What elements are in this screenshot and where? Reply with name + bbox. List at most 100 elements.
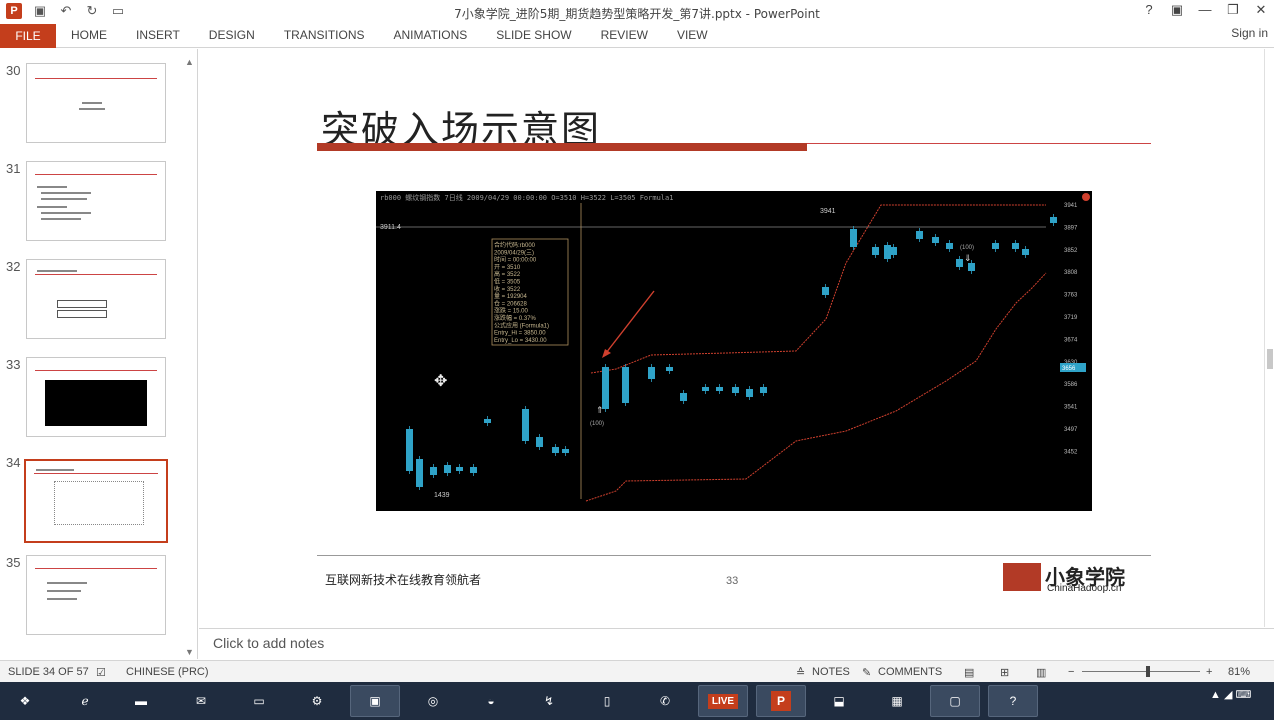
y-axis-ticks: 3941389738523808376337193674363035863541… bbox=[1064, 203, 1078, 455]
file-explorer-icon[interactable]: ▭ bbox=[234, 685, 284, 717]
zoom-level[interactable]: 81% bbox=[1228, 666, 1250, 678]
comments-icon: ✎ bbox=[862, 667, 872, 679]
close-chart-icon[interactable] bbox=[1082, 193, 1090, 201]
current-price-label: 3656 bbox=[1062, 366, 1076, 372]
thumb-number: 33 bbox=[6, 357, 21, 372]
annotation-high-label: 3941 bbox=[820, 208, 836, 215]
bar-info-lines: 合约代码:rb0002009/04/29(三)时间 = 00:00:00开 = … bbox=[494, 241, 549, 344]
tab-animations[interactable]: ANIMATIONS bbox=[393, 24, 467, 46]
info-box-line: Entry_Lo = 3430.00 bbox=[494, 338, 547, 344]
slide-scrollbar[interactable] bbox=[1264, 49, 1274, 627]
minimize-icon[interactable]: — bbox=[1198, 2, 1212, 18]
tab-review[interactable]: REVIEW bbox=[601, 24, 648, 46]
normal-view-icon[interactable]: ▤ bbox=[964, 666, 974, 679]
app-icon-box[interactable]: ▦ bbox=[872, 685, 922, 717]
slide-thumbnail-30[interactable] bbox=[26, 63, 166, 143]
tab-home[interactable]: HOME bbox=[71, 24, 107, 46]
zoom-in-icon[interactable]: + bbox=[1206, 666, 1212, 678]
app-icon-o[interactable]: ◎ bbox=[408, 685, 458, 717]
tab-insert[interactable]: INSERT bbox=[136, 24, 180, 46]
slide-thumbnail-33[interactable] bbox=[26, 357, 166, 437]
slide-thumbnail-31[interactable] bbox=[26, 161, 166, 241]
app-icon-doc[interactable]: ▯ bbox=[582, 685, 632, 717]
status-bar: SLIDE 34 OF 57 ☑ CHINESE (PRC) ≙ NOTES ✎… bbox=[0, 660, 1274, 682]
help-icon[interactable]: ? bbox=[1142, 2, 1156, 18]
info-box-line: 公式应用 (Formula1) bbox=[494, 321, 549, 329]
tab-slide-show[interactable]: SLIDE SHOW bbox=[496, 24, 571, 46]
wh6-app-icon[interactable]: ⬓ bbox=[814, 685, 864, 717]
tab-view[interactable]: VIEW bbox=[677, 24, 708, 46]
info-box-line: 收 = 3522 bbox=[494, 285, 521, 293]
footer-rule bbox=[317, 555, 1151, 556]
info-box-line: 量 = 192904 bbox=[494, 293, 528, 300]
info-box-line: 合约代码:rb000 bbox=[494, 241, 536, 249]
slide-page-number: 33 bbox=[726, 575, 739, 587]
notes-pane[interactable]: Click to add notes bbox=[199, 628, 1274, 659]
system-tray-icons[interactable]: ▲ ◢ ⌨ bbox=[1210, 688, 1251, 701]
elephant-logo-icon bbox=[1003, 563, 1041, 591]
scrollbar-thumb[interactable] bbox=[1267, 349, 1273, 369]
slide-thumbnails-pane: ▲ 30 31 32 33 34 35 ▼ bbox=[0, 49, 198, 659]
command-prompt-icon[interactable]: ▬ bbox=[116, 685, 166, 717]
scroll-up-icon[interactable]: ▲ bbox=[185, 57, 194, 67]
windows-taskbar: ❖ ℯ ▬ ✉ ▭ ⚙ ▣ ◎ ◒ ↯ ▯ ✆ LIVE P ⬓ ▦ ▢ ? ▲… bbox=[0, 682, 1274, 720]
live-app-label: LIVE bbox=[707, 693, 739, 709]
tab-transitions[interactable]: TRANSITIONS bbox=[284, 24, 365, 46]
y-tick-label: 3852 bbox=[1064, 248, 1078, 254]
info-box-line: 涨跌幅 = 0.37% bbox=[494, 314, 537, 322]
zoom-out-icon[interactable]: − bbox=[1068, 666, 1074, 678]
info-box-line: 高 = 3522 bbox=[494, 270, 521, 278]
internet-explorer-icon[interactable]: ℯ bbox=[60, 685, 110, 717]
slide-thumbnail-35[interactable] bbox=[26, 555, 166, 635]
y-tick-label: 3897 bbox=[1064, 225, 1078, 231]
upper-channel-line bbox=[590, 204, 1046, 374]
close-icon[interactable]: ✕ bbox=[1254, 2, 1268, 18]
outlook-icon[interactable]: ✉ bbox=[176, 685, 226, 717]
restore-icon[interactable]: ❐ bbox=[1226, 2, 1240, 18]
slide-counter: SLIDE 34 OF 57 bbox=[8, 666, 89, 678]
slide-thumbnail-34[interactable] bbox=[24, 459, 168, 543]
y-tick-label: 3719 bbox=[1064, 315, 1078, 321]
annotation-low-label: 1439 bbox=[434, 492, 450, 499]
app-icon-bird[interactable]: ◒ bbox=[466, 685, 516, 717]
reading-view-icon[interactable]: ▥ bbox=[1036, 666, 1046, 679]
footer-tagline[interactable]: 互联网新技术在线教育领航者 bbox=[325, 571, 481, 588]
start-button-icon[interactable]: ❖ bbox=[6, 685, 44, 717]
comments-toggle[interactable]: COMMENTS bbox=[878, 666, 942, 678]
slide-sorter-icon[interactable]: ⊞ bbox=[1000, 666, 1009, 679]
wechat-icon[interactable]: ✆ bbox=[640, 685, 690, 717]
tool-app-icon[interactable]: ⚙ bbox=[292, 685, 342, 717]
tab-design[interactable]: DESIGN bbox=[209, 24, 255, 46]
y-tick-label: 3586 bbox=[1064, 382, 1078, 388]
app-icon-pin[interactable]: ↯ bbox=[524, 685, 574, 717]
logo-english-text: ChinaHadoop.cn bbox=[1047, 583, 1122, 594]
terminal-app-icon[interactable]: ▣ bbox=[350, 685, 400, 717]
ribbon-display-icon[interactable]: ▣ bbox=[1170, 2, 1184, 18]
scroll-down-icon[interactable]: ▼ bbox=[185, 647, 194, 657]
info-box-line: 开 = 3510 bbox=[494, 264, 521, 271]
lower-channel-line bbox=[585, 272, 1047, 502]
thumb-number: 34 bbox=[6, 455, 21, 470]
zoom-slider[interactable] bbox=[1082, 671, 1200, 672]
powerpoint-taskbar-icon[interactable]: P bbox=[756, 685, 806, 717]
y-tick-label: 3452 bbox=[1064, 449, 1078, 455]
annotation-exit-label: (100) bbox=[960, 245, 974, 251]
live-app-icon[interactable]: LIVE bbox=[698, 685, 748, 717]
app-icon-window[interactable]: ▢ bbox=[930, 685, 980, 717]
spell-check-icon[interactable]: ☑ bbox=[96, 666, 106, 679]
candlestick-chart: rb000 螺纹钢指数 7日线 2009/04/29 00:00:00 O=35… bbox=[376, 193, 1090, 502]
info-box-line: Entry_Hi = 3850.00 bbox=[494, 331, 546, 337]
slide-canvas[interactable]: 突破入场示意图 rb000 螺纹钢指数 7日线 2009/04/29 00:00… bbox=[199, 49, 1264, 627]
slide-thumbnail-32[interactable] bbox=[26, 259, 166, 339]
zoom-slider-knob[interactable] bbox=[1146, 666, 1150, 677]
notes-toggle[interactable]: NOTES bbox=[812, 666, 850, 678]
thumb-number: 31 bbox=[6, 161, 21, 176]
notes-placeholder[interactable]: Click to add notes bbox=[213, 635, 324, 651]
tab-file[interactable]: FILE bbox=[0, 24, 56, 48]
sign-in-link[interactable]: Sign in bbox=[1231, 26, 1268, 40]
language-indicator[interactable]: CHINESE (PRC) bbox=[126, 666, 209, 678]
breakout-chart-image[interactable]: rb000 螺纹钢指数 7日线 2009/04/29 00:00:00 O=35… bbox=[376, 191, 1092, 511]
y-tick-label: 3541 bbox=[1064, 405, 1078, 411]
help-app-icon[interactable]: ? bbox=[988, 685, 1038, 717]
annotation-arrow-head bbox=[602, 349, 611, 358]
